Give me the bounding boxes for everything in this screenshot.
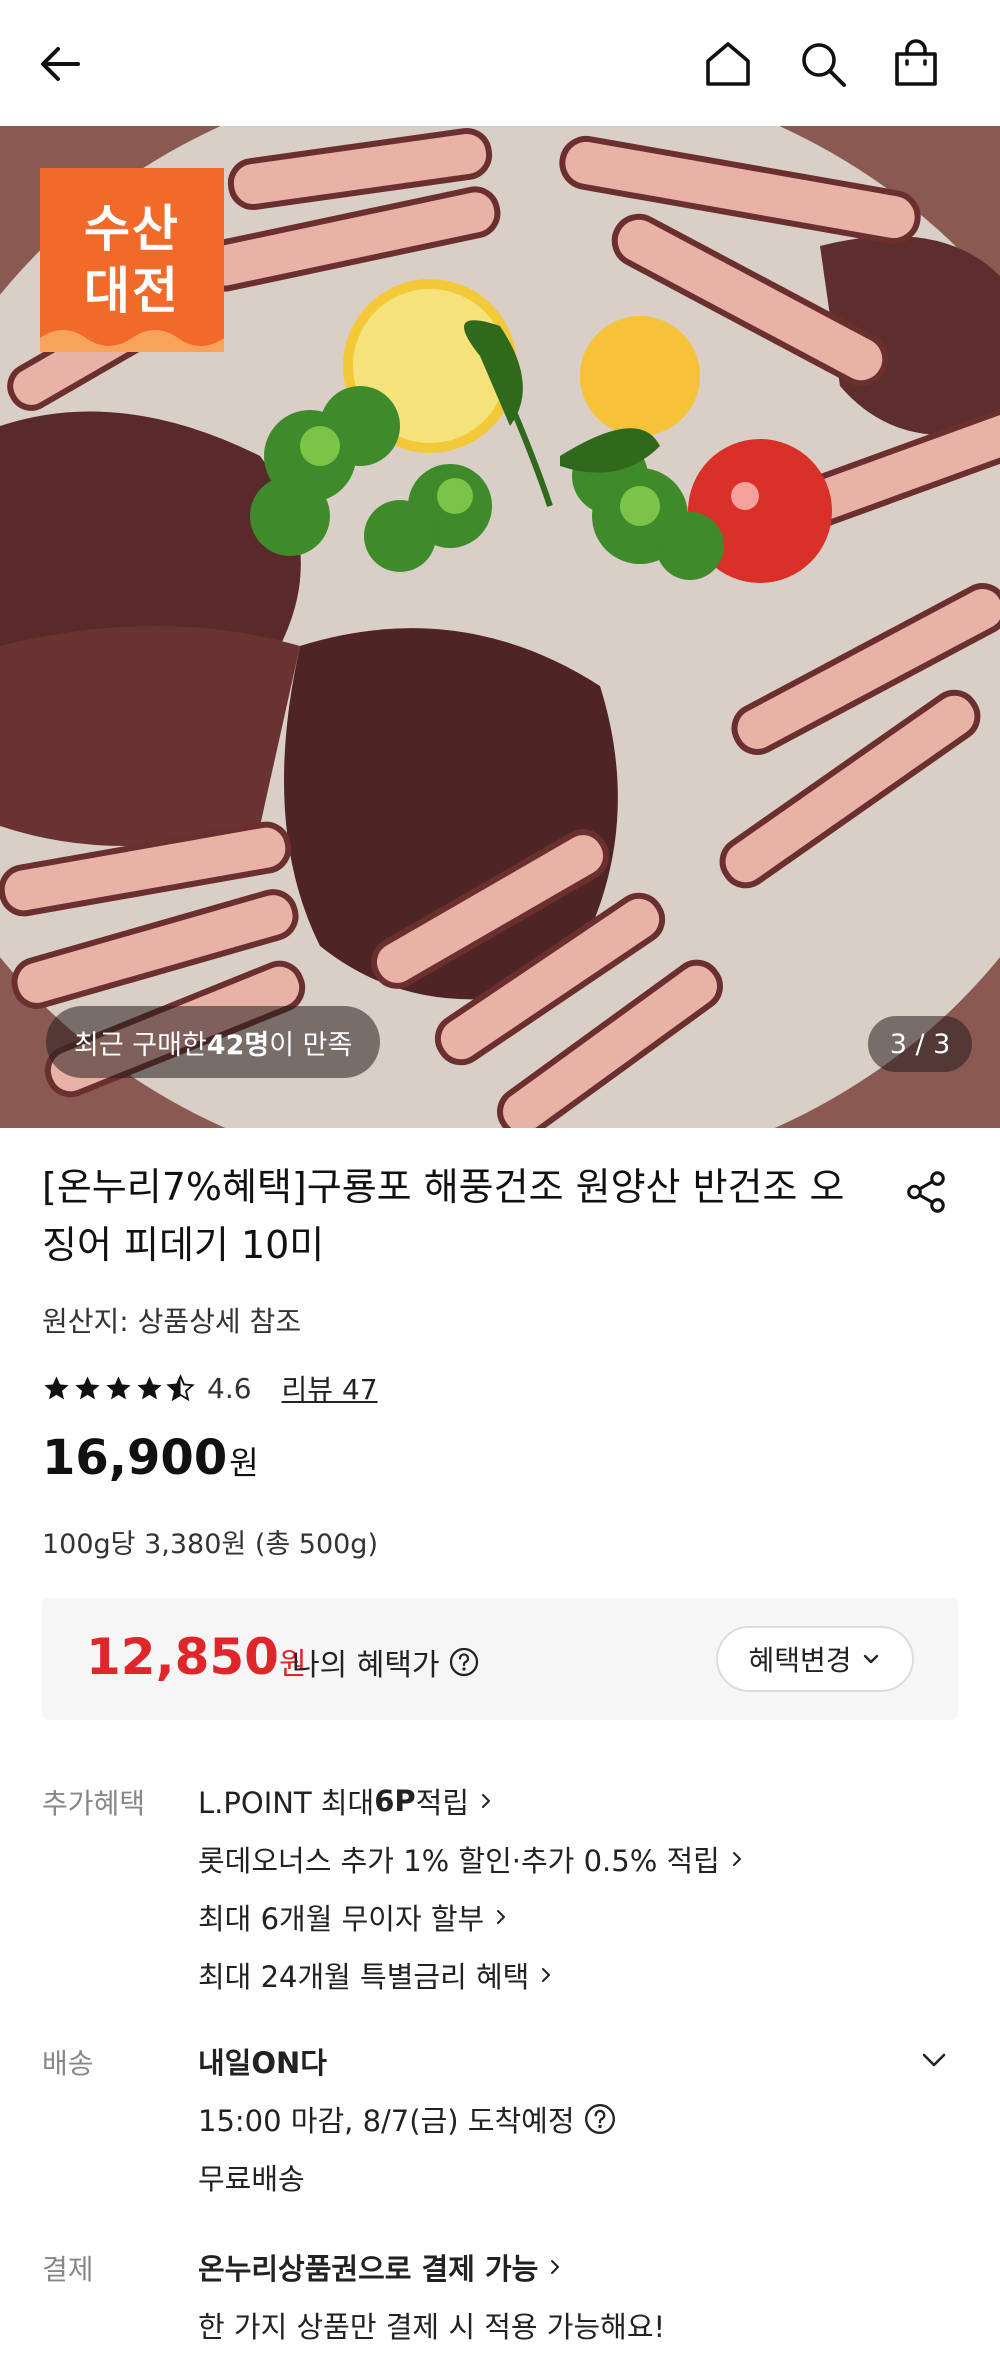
benefit-item-text: 적립 <box>415 1786 470 1820</box>
help-icon[interactable] <box>448 1646 480 1678</box>
share-icon <box>907 1171 945 1213</box>
benefit-item-text: L.POINT 최대 <box>198 1786 375 1820</box>
benefit-item-lpoint[interactable]: L.POINT 최대 6P 적립 <box>198 1780 495 1822</box>
product-title: [온누리7%혜택]구룡포 해풍건조 원양산 반건조 오징어 피데기 10미 <box>42 1165 845 1267</box>
review-link[interactable]: 리뷰 47 <box>282 1368 378 1408</box>
buyers-prefix: 최근 구매한 <box>74 1029 207 1061</box>
top-app-bar <box>0 0 1000 126</box>
benefit-price: 12,850원 <box>86 1628 307 1686</box>
buyers-suffix: 이 만족 <box>269 1029 353 1061</box>
back-arrow-icon <box>41 47 80 81</box>
image-counter: 3 / 3 <box>868 1016 972 1072</box>
shopping-bag-button[interactable] <box>880 28 952 100</box>
benefit-item-text: 롯데오너스 추가 1% 할인·추가 0.5% 적립 <box>198 1844 720 1878</box>
payment-note: 한 가지 상품만 결제 시 적용 가능해요! <box>198 2310 666 2344</box>
origin-text: 원산지: 상품상세 참조 <box>42 1305 302 1338</box>
badge-line-1: 수산 <box>84 200 180 258</box>
price-value: 16,900 <box>42 1430 228 1486</box>
benefit-price-value: 12,850 <box>86 1628 279 1686</box>
star-icon <box>44 1375 69 1399</box>
shipping-title: 내일ON다 <box>198 2040 327 2082</box>
benefit-change-button[interactable]: 혜택변경 <box>716 1626 914 1692</box>
benefit-change-label: 혜택변경 <box>748 1644 852 1677</box>
buyers-count: 42명 <box>206 1029 270 1061</box>
rating-row: 4.6 리뷰 47 <box>42 1366 378 1410</box>
chevron-right-icon <box>551 2260 560 2274</box>
help-icon[interactable] <box>583 2102 617 2136</box>
home-icon <box>706 42 750 86</box>
benefit-item-lotte-owners[interactable]: 롯데오너스 추가 1% 할인·추가 0.5% 적립 <box>198 1838 746 1880</box>
search-icon <box>802 43 846 87</box>
search-button[interactable] <box>787 28 859 100</box>
shipping-label: 배송 <box>42 2047 94 2080</box>
unit-price: 100g당 3,380원 (총 500g) <box>42 1529 378 1560</box>
benefit-price-box: 12,850원 나의 혜택가 혜택변경 <box>42 1598 958 1720</box>
product-image-carousel[interactable]: 수산 대전 최근 구매한 42명 이 만족 3 / 3 <box>0 126 1000 1128</box>
payment-title-text: 온누리상품권으로 결제 가능 <box>198 2252 539 2286</box>
wave-icon <box>40 330 224 352</box>
chevron-right-icon <box>542 1968 551 1982</box>
payment-label: 결제 <box>42 2253 94 2286</box>
shipping-title-text: 내일ON다 <box>198 2046 327 2080</box>
chevron-right-icon <box>497 1910 506 1924</box>
benefit-item-text: 최대 24개월 특별금리 혜택 <box>198 1960 530 1994</box>
benefit-item-special-rate[interactable]: 최대 24개월 특별금리 혜택 <box>198 1954 555 1996</box>
rating-value: 4.6 <box>207 1371 252 1405</box>
payment-onnuri-link[interactable]: 온누리상품권으로 결제 가능 <box>198 2246 564 2288</box>
chevron-right-icon <box>732 1852 741 1866</box>
benefit-item-text: 최대 6개월 무이자 할부 <box>198 1902 485 1936</box>
chevron-down-icon[interactable] <box>914 2040 954 2080</box>
rating-stars <box>42 1373 195 1403</box>
event-badge: 수산 대전 <box>40 168 224 352</box>
price-unit: 원 <box>229 1444 259 1482</box>
original-price: 16,900원 <box>42 1430 259 1486</box>
star-icon <box>75 1375 100 1399</box>
shipping-fee: 무료배송 <box>198 2162 305 2196</box>
star-icon <box>106 1375 131 1399</box>
badge-line-2: 대전 <box>84 262 180 320</box>
benefit-label-text: 나의 혜택가 <box>292 1648 440 1683</box>
home-button[interactable] <box>692 28 764 100</box>
benefit-item-bold: 6P <box>374 1784 416 1818</box>
share-button[interactable] <box>896 1162 956 1222</box>
shipping-eta-text: 15:00 마감, 8/7(금) 도착예정 <box>198 2104 575 2138</box>
chevron-down-icon <box>863 1654 878 1664</box>
extra-benefits-label: 추가혜택 <box>42 1787 146 1820</box>
star-icon <box>137 1375 162 1399</box>
back-button[interactable] <box>26 28 98 100</box>
half-star-icon <box>166 1373 195 1401</box>
chevron-right-icon <box>482 1794 491 1808</box>
shopping-bag-icon <box>895 39 937 86</box>
shipping-eta: 15:00 마감, 8/7(금) 도착예정 <box>198 2098 617 2140</box>
benefit-label: 나의 혜택가 <box>292 1640 480 1684</box>
buyer-satisfaction-pill: 최근 구매한 42명 이 만족 <box>46 1006 381 1078</box>
benefit-item-installment[interactable]: 최대 6개월 무이자 할부 <box>198 1896 510 1938</box>
